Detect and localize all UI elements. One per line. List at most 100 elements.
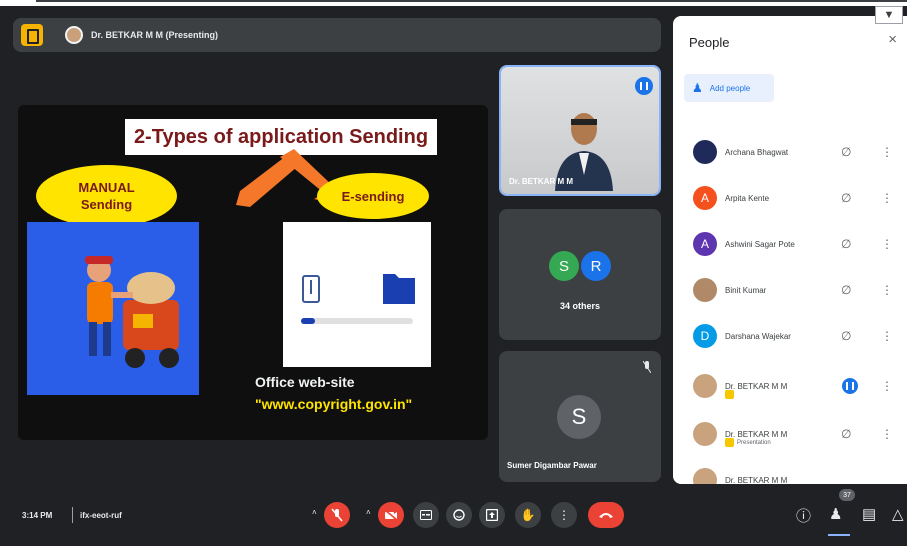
muted-mic-icon[interactable]: ∅ [841,283,851,297]
participant-name: Dr. BETKAR M M [725,429,788,439]
others-count-label: 34 others [559,301,601,311]
participant-subtitle: Presentation [737,440,771,446]
participant-row[interactable]: Dr. BETKAR M M [673,460,907,484]
postman-illustration [27,222,199,395]
participant-row[interactable]: A Ashwini Sagar Pote ∅ ⋮ [673,224,907,264]
active-tab-indicator [828,534,850,536]
chevron-up-icon[interactable]: ˄ [312,508,317,517]
meeting-time: 3:14 PM [22,511,53,520]
muted-mic-icon[interactable]: ∅ [841,427,851,441]
others-avatar-2: R [581,251,611,281]
others-tile[interactable]: S R 34 others [499,209,661,340]
activities-icon[interactable]: △ [892,505,904,523]
participant-name: Binit Kumar [725,285,767,295]
participant-name: Archana Bhagwat [725,147,789,157]
meeting-code: ifx-eeot-ruf [80,511,122,520]
chevron-down-icon[interactable]: ▼ [875,6,903,24]
end-call-icon [599,513,613,518]
participant-tile-name: Sumer Digambar Pawar [507,461,597,470]
add-person-icon: ♟ [692,81,703,95]
chevron-up-icon[interactable]: ˄ [366,508,371,517]
people-panel: People × ♟ Add people Archana Bhagwat ∅ … [673,16,907,484]
raise-hand-button[interactable]: ✋ [515,502,541,528]
file-transfer-icon [301,274,415,324]
participant-avatar [693,278,717,302]
muted-mic-icon [643,361,651,373]
more-options-button[interactable]: ⋮ [551,502,577,528]
meeting-controls-bar: 3:14 PM ifx-eeot-ruf ˄ ˄ ✋ ⋮ ⓘ ♟ 37 ▤ △ [0,489,907,546]
mic-off-button[interactable] [324,502,350,528]
camera-off-button[interactable] [378,502,404,528]
participant-name: Dr. BETKAR M M [725,475,788,485]
presenter-badge-icon [725,390,734,399]
presenter-badge-icon [725,438,734,447]
add-people-button[interactable]: ♟ Add people [684,74,774,102]
more-options-icon[interactable]: ⋮ [881,237,893,251]
meet-logo-icon [21,24,43,46]
others-avatar-1: S [549,251,579,281]
hand-icon: ✋ [520,508,536,522]
more-options-icon[interactable]: ⋮ [881,427,893,441]
people-icon[interactable]: ♟ [829,505,842,523]
manual-line2: Sending [80,197,133,212]
muted-mic-icon[interactable]: ∅ [841,329,851,343]
captions-button[interactable] [413,502,439,528]
more-vert-icon: ⋮ [558,508,570,522]
participant-avatar: S [557,395,601,439]
participant-name: Dr. BETKAR M M [725,381,788,391]
manual-sending-bubble: MANUAL Sending [36,165,177,227]
participant-name: Darshana Wajekar [725,331,791,341]
participant-avatar [693,422,717,446]
participant-avatar: D [693,324,717,348]
more-options-icon[interactable]: ⋮ [881,379,893,393]
reactions-button[interactable] [446,502,472,528]
participant-row[interactable]: Dr. BETKAR M M Presentation ∅ ⋮ [673,414,907,454]
mic-off-icon [331,508,343,522]
participant-row[interactable]: Binit Kumar ∅ ⋮ [673,270,907,310]
present-now-button[interactable] [479,502,505,528]
participant-avatar: A [693,186,717,210]
chat-icon[interactable]: ▤ [862,505,876,523]
people-count-badge: 37 [839,489,855,501]
presenter-label: Dr. BETKAR M M (Presenting) [91,30,219,40]
presenter-video-tile[interactable]: Dr. BETKAR M M [499,65,661,196]
add-people-label: Add people [709,83,751,93]
presenter-avatar [65,26,83,44]
participant-row[interactable]: Archana Bhagwat ∅ ⋮ [673,132,907,172]
people-panel-title: People [689,35,730,50]
divider [72,507,73,523]
more-options-icon[interactable]: ⋮ [881,283,893,297]
speaking-indicator-icon [842,378,858,394]
close-icon[interactable]: × [888,31,897,48]
participant-tile[interactable]: S Sumer Digambar Pawar [499,351,661,482]
emoji-icon [453,509,465,521]
esending-illustration [283,222,431,367]
presentation-stage: 2-Types of application Sending MANUAL Se… [18,105,488,440]
captions-icon [420,510,432,520]
participant-name: Arpita Kente [725,193,770,203]
present-icon [486,509,498,521]
participant-row[interactable]: Dr. BETKAR M M ⋮ [673,366,907,406]
postman-icon [85,256,179,368]
muted-mic-icon[interactable]: ∅ [841,145,851,159]
more-options-icon[interactable]: ⋮ [881,191,893,205]
office-website-label: Office web-site [255,374,355,390]
muted-mic-icon[interactable]: ∅ [841,237,851,251]
presenting-bar: Dr. BETKAR M M (Presenting) [13,18,661,52]
meeting-details-icon[interactable]: ⓘ [796,505,811,526]
more-options-icon[interactable]: ⋮ [881,145,893,159]
leave-call-button[interactable] [588,502,624,528]
participant-row[interactable]: A Arpita Kente ∅ ⋮ [673,178,907,218]
speaking-indicator-icon [635,77,653,95]
participant-avatar [693,468,717,484]
camera-off-icon [384,509,398,521]
presenter-tile-name: Dr. BETKAR M M [509,177,573,186]
manual-line1: MANUAL [78,180,135,195]
esending-bubble: E-sending [317,173,429,219]
office-website-url: "www.copyright.gov.in" [255,396,413,412]
more-options-icon[interactable]: ⋮ [881,329,893,343]
muted-mic-icon[interactable]: ∅ [841,191,851,205]
browser-top-strip [0,0,907,6]
participant-row[interactable]: D Darshana Wajekar ∅ ⋮ [673,316,907,356]
participant-avatar [693,140,717,164]
